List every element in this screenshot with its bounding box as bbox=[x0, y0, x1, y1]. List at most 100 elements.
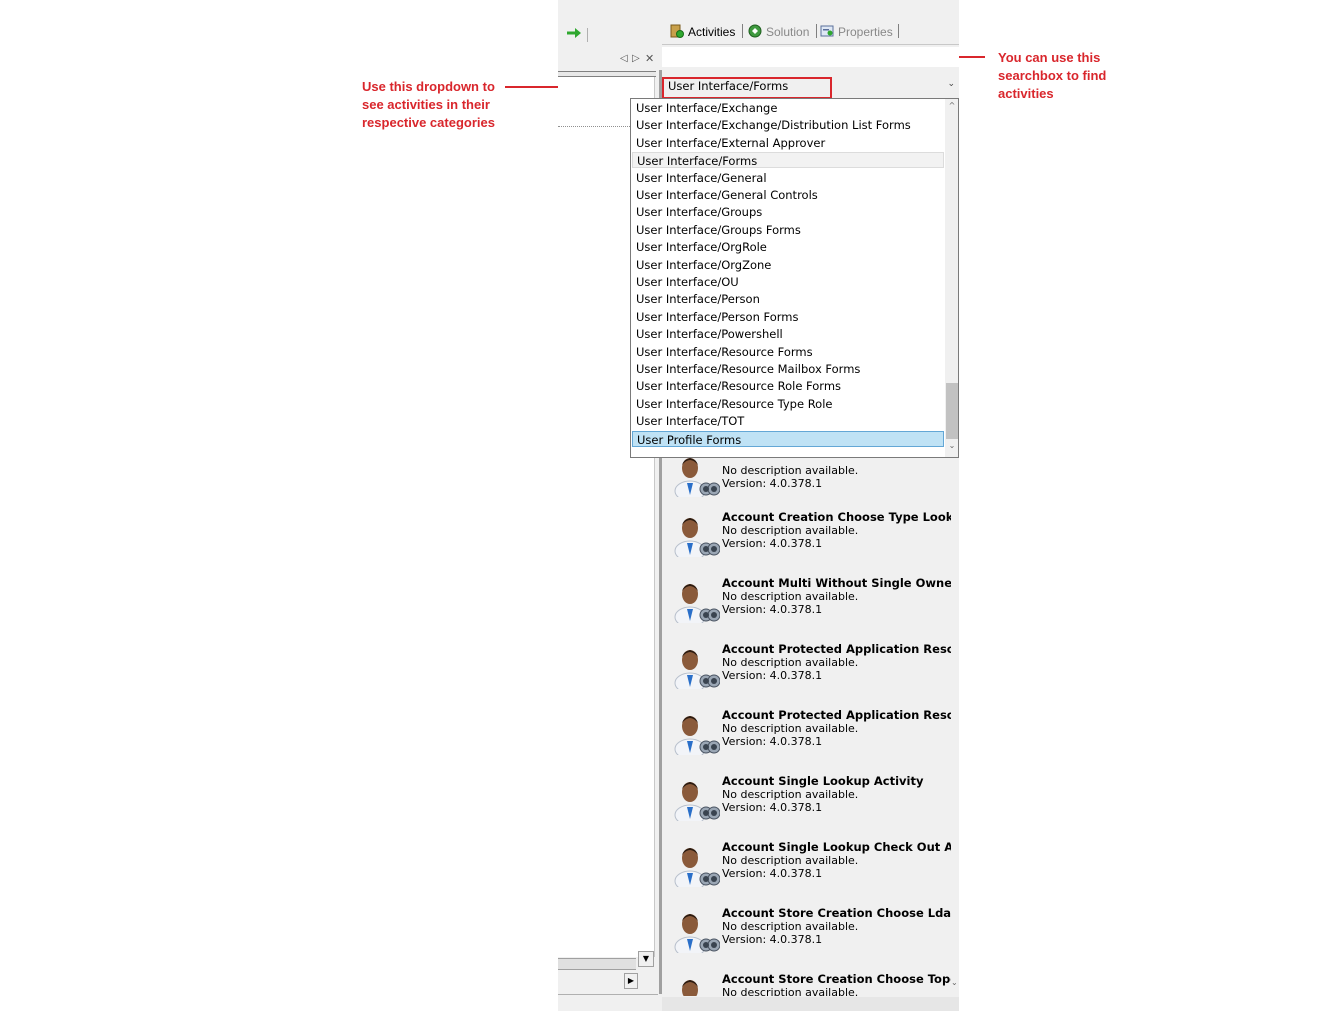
tab-solution-label: Solution bbox=[766, 25, 810, 39]
activity-item[interactable]: Account Multi Without Single Owner No des… bbox=[670, 576, 951, 636]
user-binoculars-icon bbox=[674, 909, 721, 958]
activity-version: Version: 4.0.378.1 bbox=[722, 801, 823, 814]
dropdown-option[interactable]: User Interface/Exchange/Distribution Lis… bbox=[632, 117, 944, 133]
activity-description: No description available. bbox=[722, 590, 859, 603]
pane-next-icon[interactable]: ▷ bbox=[632, 53, 640, 64]
scroll-right-button[interactable]: ▶ bbox=[624, 973, 638, 989]
dropdown-option[interactable]: User Interface/Powershell bbox=[632, 326, 944, 342]
dropdown-option[interactable]: User Interface/Forms bbox=[632, 152, 944, 169]
activity-version: Version: 4.0.378.1 bbox=[722, 735, 823, 748]
scroll-down-button[interactable]: ▼ bbox=[638, 951, 654, 967]
tab-activities[interactable]: Activities bbox=[670, 22, 735, 42]
tab-activities-label: Activities bbox=[688, 25, 736, 39]
dropdown-option[interactable]: User Interface/Resource Role Forms bbox=[632, 378, 944, 394]
left-pane-bottom-border bbox=[558, 994, 658, 995]
dropdown-option[interactable]: User Interface/Person bbox=[632, 291, 944, 307]
category-dropdown-list[interactable]: User Interface/Exchange User Interface/Ex… bbox=[630, 98, 959, 458]
activity-name: Account Store Creation Choose Topo bbox=[722, 972, 951, 986]
horizontal-scrollbar[interactable] bbox=[558, 958, 636, 970]
dropdown-option[interactable]: User Interface/TOT bbox=[632, 413, 944, 429]
category-dropdown-value: User Interface/Forms bbox=[668, 79, 789, 93]
dropdown-option[interactable]: User Interface/Resource Mailbox Forms bbox=[632, 361, 944, 377]
activity-description: No description available. bbox=[722, 920, 859, 933]
dropdown-option[interactable]: User Interface/General bbox=[632, 170, 944, 186]
dropdown-scroll-thumb[interactable] bbox=[946, 383, 958, 439]
toolbar-separator bbox=[587, 28, 588, 42]
user-binoculars-icon bbox=[674, 456, 721, 502]
activity-description: No description available. bbox=[722, 656, 859, 669]
activity-item[interactable]: Account Store Creation Choose Ldap No des… bbox=[670, 906, 951, 966]
activity-name: Account Single Lookup Activity bbox=[722, 774, 924, 788]
search-annotation: You can use this searchbox to find activ… bbox=[998, 50, 1107, 101]
toolbox-tabs: Activities Solution Properties bbox=[662, 18, 959, 44]
activity-item[interactable]: Account Store Creation Choose Topo No des… bbox=[670, 972, 951, 996]
activity-list: No description available. Version: 4.0.37… bbox=[670, 456, 951, 996]
activities-icon bbox=[670, 24, 684, 38]
scroll-down-icon[interactable]: ⌄ bbox=[951, 978, 958, 987]
pane-close-icon[interactable]: ✕ bbox=[645, 52, 654, 65]
tabs-border bbox=[662, 44, 959, 45]
activity-item[interactable]: Account Single Lookup Check Out A No desc… bbox=[670, 840, 951, 900]
dropdown-option[interactable]: User Interface/OU bbox=[632, 274, 944, 290]
tab-solution[interactable]: Solution bbox=[748, 22, 809, 42]
activity-version: Version: 4.0.378.1 bbox=[722, 603, 823, 616]
left-pane-divider bbox=[558, 126, 630, 127]
dropdown-option[interactable]: User Profile Forms bbox=[632, 430, 944, 447]
activity-name: Account Creation Choose Type Look bbox=[722, 510, 951, 524]
activity-description: No description available. bbox=[722, 524, 859, 537]
activity-description: No description available. bbox=[722, 854, 859, 867]
activity-version: Version: 4.0.378.1 bbox=[722, 933, 823, 946]
chevron-down-icon[interactable]: ⌄ bbox=[947, 79, 955, 89]
activity-list-scrollbar[interactable]: ⌄ bbox=[951, 456, 959, 996]
dropdown-option[interactable]: User Interface/External Approver bbox=[632, 135, 944, 151]
activity-name: Account Protected Application Reso bbox=[722, 708, 951, 722]
tab-properties[interactable]: Properties bbox=[820, 22, 893, 42]
dropdown-annotation: Use this dropdown to see activities in t… bbox=[362, 79, 495, 130]
activity-name: Account Store Creation Choose Ldap bbox=[722, 906, 951, 920]
activity-item[interactable]: Account Single Lookup Activity No descrip… bbox=[670, 774, 951, 834]
dropdown-option[interactable]: User Interface/Exchange bbox=[632, 100, 944, 116]
dropdown-option[interactable]: User Interface/General Controls bbox=[632, 187, 944, 203]
dropdown-option[interactable]: User Interface/Resource Forms bbox=[632, 344, 944, 360]
activity-name: Account Protected Application Reso bbox=[722, 642, 951, 656]
activity-description: No description available. bbox=[722, 986, 859, 996]
activity-version: Version: 4.0.378.1 bbox=[722, 537, 823, 550]
solution-icon bbox=[748, 24, 762, 38]
activity-description: No description available. bbox=[722, 788, 859, 801]
activity-item[interactable]: Account Creation Choose Type Look No desc… bbox=[670, 510, 951, 570]
activity-name: Account Single Lookup Check Out A bbox=[722, 840, 951, 854]
activity-description: No description available. bbox=[722, 722, 859, 735]
dropdown-option[interactable]: User Interface/Groups Forms bbox=[632, 222, 944, 238]
search-input[interactable] bbox=[662, 47, 959, 67]
activity-name: Account Multi Without Single Owner bbox=[722, 576, 951, 590]
activity-item[interactable]: Account Protected Application Reso No des… bbox=[670, 708, 951, 768]
tab-properties-label: Properties bbox=[838, 25, 893, 39]
dropdown-option[interactable]: User Interface/Groups bbox=[632, 204, 944, 220]
dropdown-option[interactable]: User Interface/Resource Type Role bbox=[632, 396, 944, 412]
activity-item[interactable]: No description available. Version: 4.0.37… bbox=[670, 456, 951, 510]
dropdown-scrollbar[interactable]: ^ ⌄ bbox=[945, 99, 958, 457]
user-binoculars-icon bbox=[674, 975, 720, 996]
category-dropdown[interactable]: User Interface/Forms ⌄ bbox=[662, 78, 959, 97]
user-binoculars-icon bbox=[674, 645, 721, 694]
tab-separator bbox=[898, 24, 899, 38]
properties-icon bbox=[820, 25, 834, 37]
user-binoculars-icon bbox=[674, 711, 721, 760]
activity-version: Version: 4.0.378.1 bbox=[722, 867, 823, 880]
user-binoculars-icon bbox=[674, 579, 721, 628]
dropdown-option[interactable]: User Interface/OrgRole bbox=[632, 239, 944, 255]
activity-version: Version: 4.0.378.1 bbox=[722, 669, 823, 682]
dropdown-option[interactable]: User Interface/Person Forms bbox=[632, 309, 944, 325]
tab-separator bbox=[816, 24, 817, 38]
green-arrow-icon[interactable] bbox=[566, 27, 582, 39]
user-binoculars-icon bbox=[674, 513, 721, 562]
scroll-down-icon[interactable]: ⌄ bbox=[945, 441, 958, 450]
dropdown-option[interactable]: User Interface/OrgZone bbox=[632, 257, 944, 273]
activity-item[interactable]: Account Protected Application Reso No des… bbox=[670, 642, 951, 702]
pane-prev-icon[interactable]: ◁ bbox=[620, 53, 628, 64]
scroll-up-icon[interactable]: ^ bbox=[945, 101, 958, 110]
activity-description: No description available. bbox=[722, 464, 859, 477]
user-binoculars-icon bbox=[674, 843, 721, 892]
user-binoculars-icon bbox=[674, 777, 721, 826]
tab-separator bbox=[742, 24, 743, 38]
